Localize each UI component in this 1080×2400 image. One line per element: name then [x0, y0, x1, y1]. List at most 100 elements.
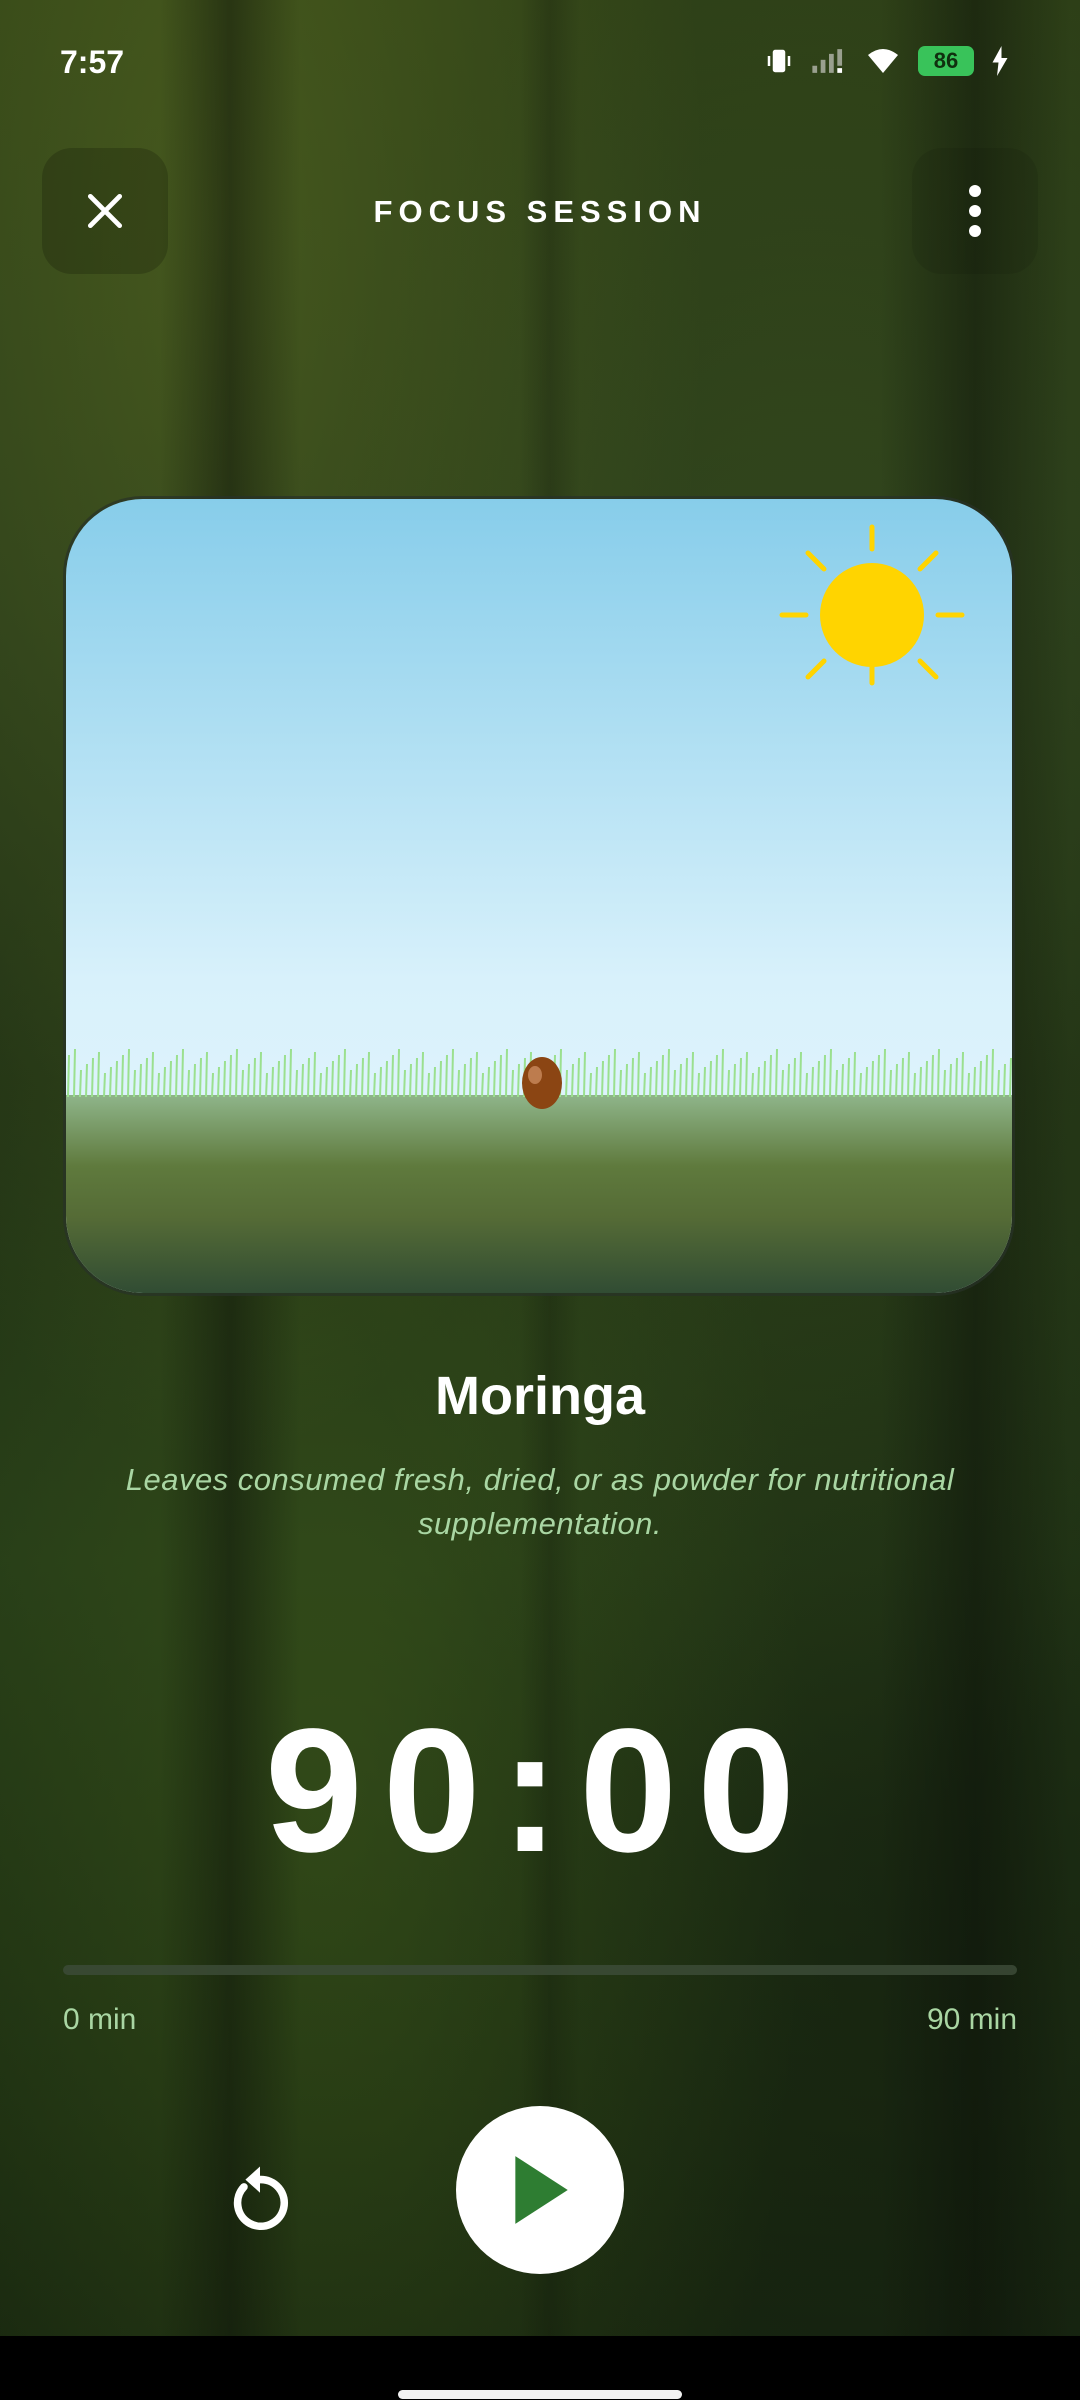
- grass-blade: [883, 1048, 886, 1098]
- grass-blade: [373, 1072, 376, 1098]
- grass-blade: [955, 1057, 958, 1098]
- grass-blade: [163, 1066, 166, 1098]
- grass-blade: [877, 1054, 880, 1098]
- grass-blade: [97, 1051, 100, 1098]
- grass-blade: [247, 1063, 250, 1098]
- grass-blade: [79, 1069, 82, 1098]
- grass-blade: [199, 1057, 202, 1098]
- grass-blade: [703, 1066, 706, 1098]
- grass-blade: [451, 1048, 454, 1098]
- grass-blade: [769, 1054, 772, 1098]
- grass-blade: [355, 1063, 358, 1098]
- grass-blade: [289, 1048, 292, 1098]
- home-indicator[interactable]: [398, 2390, 682, 2399]
- grass-blade: [259, 1051, 262, 1098]
- progress-max-label: 90 min: [926, 2003, 1017, 2036]
- grass-blade: [739, 1057, 742, 1098]
- ground: [66, 1095, 1012, 1293]
- grass-blade: [895, 1063, 898, 1098]
- grass-blade: [325, 1066, 328, 1098]
- plant-name: Moringa: [435, 1366, 645, 1426]
- grass-blade: [571, 1063, 574, 1098]
- grass-blade: [793, 1057, 796, 1098]
- grass-blade: [937, 1048, 940, 1098]
- grass-blade: [901, 1057, 904, 1098]
- progress-min-label: 0 min: [63, 2003, 137, 2036]
- more-options-button[interactable]: [912, 148, 1038, 274]
- grass-blade: [301, 1063, 304, 1098]
- battery-icon: 86: [918, 46, 974, 76]
- grass-blade: [319, 1072, 322, 1098]
- grass-blade: [133, 1069, 136, 1098]
- grass-blade: [223, 1060, 226, 1098]
- grass-blade: [997, 1069, 1000, 1098]
- grass-blade: [577, 1057, 580, 1098]
- grass-blade: [403, 1069, 406, 1098]
- grass-blade: [265, 1072, 268, 1098]
- grass-blade: [871, 1060, 874, 1098]
- grass-blade: [757, 1066, 760, 1098]
- grass-blade: [865, 1066, 868, 1098]
- grass-blade: [481, 1072, 484, 1098]
- grass-blade: [337, 1054, 340, 1098]
- grass-blade: [307, 1057, 310, 1098]
- grass-blade: [103, 1072, 106, 1098]
- grass-blade: [841, 1063, 844, 1098]
- grass-blade: [595, 1066, 598, 1098]
- grass-blade: [637, 1051, 640, 1098]
- grass-blade: [751, 1072, 754, 1098]
- grass-blade: [565, 1069, 568, 1098]
- plant-scene: [63, 496, 1015, 1296]
- grass-blade: [763, 1060, 766, 1098]
- grass-blade: [991, 1048, 994, 1098]
- grass-blade: [715, 1054, 718, 1098]
- grass-blade: [181, 1048, 184, 1098]
- grass-blade: [961, 1051, 964, 1098]
- grass-blade: [235, 1048, 238, 1098]
- timer-display: 90:00: [264, 1693, 816, 1889]
- grass-blade: [313, 1051, 316, 1098]
- grass-blade: [349, 1069, 352, 1098]
- grass-blade: [379, 1066, 382, 1098]
- grass-blade: [469, 1057, 472, 1098]
- grass-blade: [967, 1072, 970, 1098]
- grass-blade: [115, 1060, 118, 1098]
- grass-blade: [457, 1069, 460, 1098]
- vibrate-icon: [767, 49, 791, 73]
- grass-blade: [949, 1063, 952, 1098]
- grass-blade: [733, 1063, 736, 1098]
- grass-blade: [631, 1057, 634, 1098]
- grass-blade: [925, 1060, 928, 1098]
- grass-blade: [295, 1069, 298, 1098]
- grass-blade: [973, 1066, 976, 1098]
- grass-blade: [643, 1072, 646, 1098]
- grass-blade: [253, 1057, 256, 1098]
- wifi-icon: [868, 49, 898, 73]
- status-icons: 86: [764, 46, 1010, 76]
- grass-blade: [205, 1051, 208, 1098]
- grass-blade: [859, 1072, 862, 1098]
- grass-blade: [907, 1051, 910, 1098]
- status-bar: 7:57 86: [0, 0, 1080, 120]
- grass-blade: [73, 1048, 76, 1098]
- reset-icon: [233, 2166, 289, 2230]
- grass-blade: [229, 1054, 232, 1098]
- grass-blade: [727, 1069, 730, 1098]
- focus-session-screen: 7:57 86 FOCUS SESSION Moringa Leaves con…: [0, 0, 1080, 2400]
- grass-blade: [211, 1072, 214, 1098]
- more-vert-icon: [969, 185, 981, 237]
- grass-blade: [109, 1066, 112, 1098]
- grass-blade: [721, 1048, 724, 1098]
- grass-blade: [829, 1048, 832, 1098]
- grass-blade: [169, 1060, 172, 1098]
- grass-blade: [421, 1051, 424, 1098]
- reset-button[interactable]: [210, 2150, 310, 2250]
- grass-blade: [271, 1066, 274, 1098]
- grass-blade: [913, 1072, 916, 1098]
- grass-blade: [655, 1060, 658, 1098]
- grass-blade: [427, 1072, 430, 1098]
- grass-blade: [415, 1057, 418, 1098]
- grass-blade: [187, 1069, 190, 1098]
- play-button[interactable]: [456, 2106, 624, 2274]
- grass-blade: [361, 1057, 364, 1098]
